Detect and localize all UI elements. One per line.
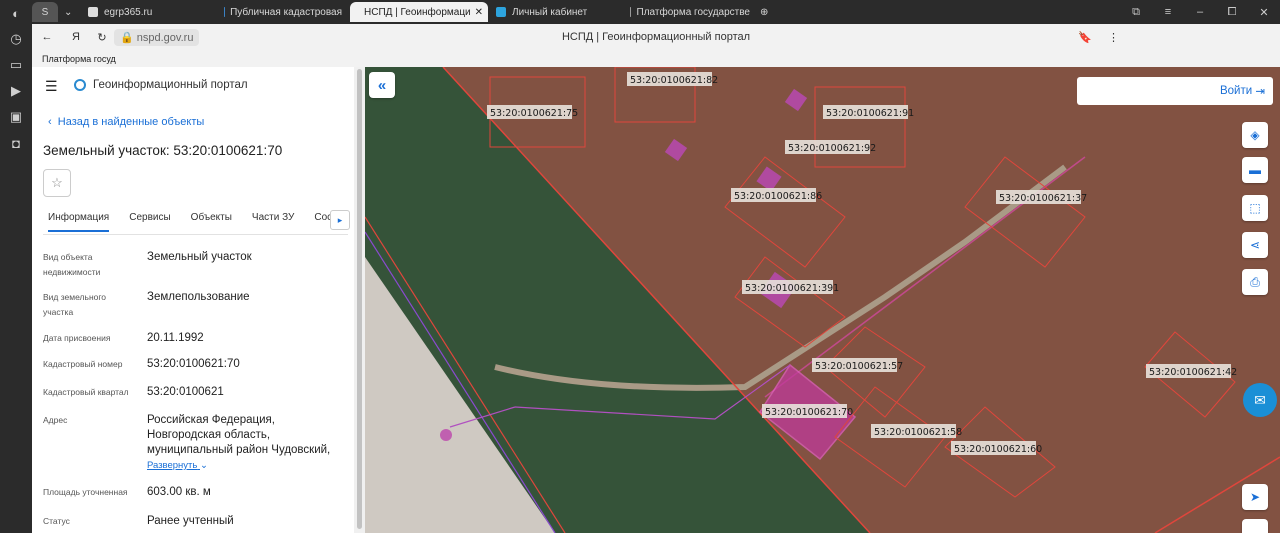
object-panel: ☰ Геоинформационный портал ‹ Назад в най… xyxy=(32,67,354,533)
field-label: Вид земельного участка xyxy=(43,292,107,317)
counter-icon[interactable]: ▣ xyxy=(0,104,32,130)
parcel-label-86[interactable]: 53:20:0100621:86 xyxy=(734,191,822,202)
profile-icon[interactable]: S xyxy=(32,2,58,22)
close-icon[interactable]: ✕ xyxy=(475,7,483,18)
parcel-label-91[interactable]: 53:20:0100621:91 xyxy=(826,108,914,119)
login-label: Войти xyxy=(1219,85,1253,97)
new-tab-icon[interactable]: ⊕ xyxy=(758,2,776,22)
field-label: Вид объекта недвижимости xyxy=(43,252,101,277)
object-title: Земельный участок: 53:20:0100621:70 xyxy=(43,143,283,158)
camera-icon[interactable]: ◘ xyxy=(0,130,32,156)
parcel-label-57[interactable]: 53:20:0100621:57 xyxy=(815,361,903,372)
tab-services[interactable]: Сервисы xyxy=(129,212,170,232)
tabs-icon[interactable]: ⧉ xyxy=(1120,6,1152,19)
scrollbar-thumb[interactable] xyxy=(357,69,362,529)
share-icon[interactable]: ⋖ xyxy=(1242,232,1268,258)
tab-egrp[interactable]: egrp365.ru xyxy=(80,2,216,22)
field-value: 53:20:0100621 xyxy=(147,386,224,398)
marker-point[interactable] xyxy=(440,429,452,441)
location-icon[interactable]: ➤ xyxy=(1242,484,1268,510)
map-tool-button[interactable] xyxy=(1242,519,1268,533)
field-label: Кадастровый квартал xyxy=(43,387,129,397)
field-value: Земельный участок xyxy=(147,251,252,263)
bookmark-icon[interactable]: 🔖 xyxy=(1078,31,1092,44)
field-label: Дата присвоения xyxy=(43,333,111,343)
tab-parts[interactable]: Части ЗУ xyxy=(252,212,294,232)
field-label: Статус xyxy=(43,516,70,526)
back-link[interactable]: ‹ Назад в найденные объекты xyxy=(48,116,204,128)
portal-logo-icon xyxy=(74,79,86,91)
tab-bar: S ⌄ egrp365.ru Публичная кадастровая НСП… xyxy=(32,0,1280,24)
tab-info[interactable]: Информация xyxy=(48,212,110,232)
select-area-icon[interactable]: ⬚ xyxy=(1242,195,1268,221)
field-value: Землепользование xyxy=(147,291,250,303)
collections-icon[interactable]: ▭ xyxy=(0,52,32,78)
chevron-down-icon: ⌄ xyxy=(200,460,208,471)
parcel-label-37[interactable]: 53:20:0100621:37 xyxy=(999,193,1087,204)
tab-platform[interactable]: Платформа государстве xyxy=(622,2,758,22)
window-close-icon[interactable]: ✕ xyxy=(1248,6,1280,19)
login-icon: ⇥ xyxy=(1255,86,1265,98)
reload-icon[interactable]: ↻ xyxy=(90,31,114,44)
info-tabs: Информация Сервисы Объекты Части ЗУ Сост… xyxy=(48,212,362,232)
map-canvas[interactable]: 53:20:0100621:82 53:20:0100621:75 53:20:… xyxy=(365,67,1280,533)
parcel-label-70[interactable]: 53:20:0100621:70 xyxy=(765,407,853,418)
more-icon[interactable]: ⋮ xyxy=(1108,31,1119,44)
browser-sidebar: ◐ ◷ ▭ ▶ ▣ ◘ xyxy=(0,0,32,533)
yandex-icon[interactable]: Я xyxy=(62,31,90,43)
history-icon[interactable]: ◷ xyxy=(0,26,32,52)
expand-link[interactable]: Развернуть ⌄ xyxy=(147,460,208,471)
field-value: 20.11.1992 xyxy=(147,332,204,344)
parcel-label-82[interactable]: 53:20:0100621:82 xyxy=(630,75,718,86)
app-title: Геоинформационный портал xyxy=(93,79,248,91)
hamburger-icon[interactable]: ☰ xyxy=(45,78,58,95)
restore-icon[interactable]: ⧠ xyxy=(1216,6,1248,19)
parcel-label-75[interactable]: 53:20:0100621:75 xyxy=(490,108,578,119)
menu-icon[interactable]: ≡ xyxy=(1152,6,1184,19)
layers-icon[interactable]: ◈ xyxy=(1242,122,1268,148)
parcel-label-42[interactable]: 53:20:0100621:42 xyxy=(1149,367,1237,378)
print-icon[interactable]: ⎙ xyxy=(1242,269,1268,295)
panel-scrollbar[interactable] xyxy=(354,67,365,533)
field-label: Кадастровый номер xyxy=(43,359,123,369)
ruler-icon[interactable]: ▬ xyxy=(1242,157,1268,183)
collapse-panel-button[interactable]: « xyxy=(369,72,395,98)
field-value: 603.00 кв. м xyxy=(147,486,211,498)
field-value: Российская Федерация, Новгородская облас… xyxy=(147,414,331,456)
tab-nspd[interactable]: НСПД | Геоинформаци ✕ xyxy=(350,2,488,22)
bookmarks-bar: Платформа госуд xyxy=(32,50,1280,68)
parcel-label-58[interactable]: 53:20:0100621:58 xyxy=(874,427,962,438)
minimize-icon[interactable]: – xyxy=(1184,6,1216,19)
divider xyxy=(43,234,348,235)
field-label: Адрес xyxy=(43,415,68,425)
browser-logo-icon[interactable]: ◐ xyxy=(0,0,32,26)
address-bar: ← Я ↻ 🔒 nspd.gov.ru НСПД | Геоинформацио… xyxy=(32,24,1280,50)
login-button[interactable]: Войти ⇥ xyxy=(1077,77,1273,105)
play-icon[interactable]: ▶ xyxy=(0,78,32,104)
chevron-down-icon[interactable]: ⌄ xyxy=(62,2,80,22)
back-icon[interactable]: ← xyxy=(32,31,62,43)
parcel-label-60[interactable]: 53:20:0100621:60 xyxy=(954,444,1042,455)
expand-label: Развернуть xyxy=(147,460,198,471)
favorite-star-icon[interactable]: ☆ xyxy=(43,169,71,197)
map-view[interactable]: 53:20:0100621:82 53:20:0100621:75 53:20:… xyxy=(365,67,1280,533)
field-value: 53:20:0100621:70 xyxy=(147,358,240,370)
back-link-label: Назад в найденные объекты xyxy=(57,116,205,128)
tab-objects[interactable]: Объекты xyxy=(191,212,232,232)
tab-pkk[interactable]: Публичная кадастровая xyxy=(216,2,350,22)
tab-cabinet[interactable]: Личный кабинет xyxy=(488,2,622,22)
url-field[interactable]: 🔒 nspd.gov.ru xyxy=(114,28,200,46)
field-value: Ранее учтенный xyxy=(147,515,234,527)
field-label: Площадь уточненная xyxy=(43,487,128,497)
tabs-scroll-right-button[interactable]: ▸ xyxy=(330,210,350,230)
support-chat-icon[interactable]: ✉ xyxy=(1243,383,1277,417)
bookmark-platform[interactable]: Платформа госуд xyxy=(42,54,116,64)
page-title: НСПД | Геоинформационный портал xyxy=(561,31,751,43)
parcel-label-391[interactable]: 53:20:0100621:391 xyxy=(745,283,839,294)
parcel-label-92[interactable]: 53:20:0100621:92 xyxy=(788,143,876,154)
